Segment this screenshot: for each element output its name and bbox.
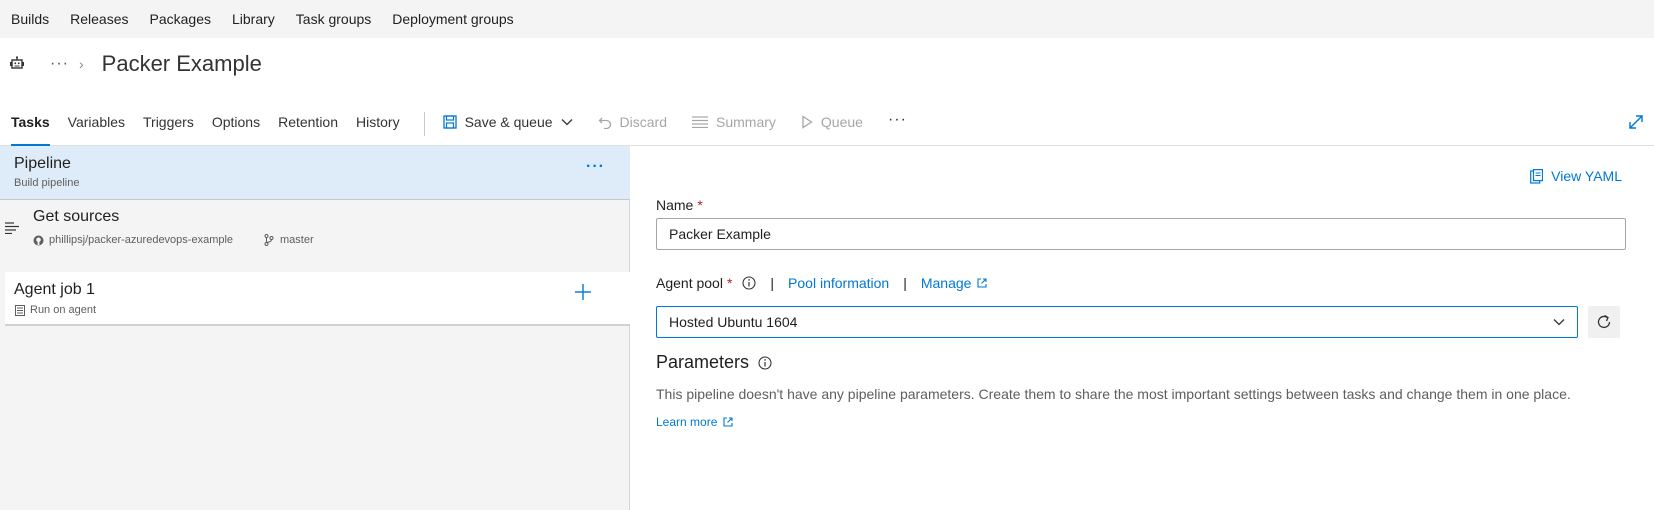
top-nav: Builds Releases Packages Library Task gr… bbox=[0, 0, 1654, 38]
agent-job-item[interactable]: Agent job 1 Run on agent bbox=[5, 272, 630, 326]
pipeline-settings-panel: View YAML Name * Agent pool * | Pool inf… bbox=[631, 146, 1654, 510]
get-sources-item[interactable]: Get sources phillipsj/packer-azuredevops… bbox=[0, 200, 630, 260]
tab-retention[interactable]: Retention bbox=[278, 104, 338, 145]
pipeline-item[interactable]: Pipeline Build pipeline ··· bbox=[0, 146, 630, 200]
separator: | bbox=[903, 275, 907, 291]
sources-list-icon bbox=[5, 221, 19, 239]
separator: | bbox=[770, 275, 775, 291]
external-link-icon bbox=[977, 278, 988, 288]
save-icon bbox=[442, 115, 457, 129]
add-task-button[interactable] bbox=[575, 284, 591, 305]
pool-required-mark: * bbox=[726, 275, 733, 291]
play-icon bbox=[802, 115, 813, 129]
tab-tasks[interactable]: Tasks bbox=[11, 104, 50, 146]
nav-deployment-groups[interactable]: Deployment groups bbox=[392, 11, 513, 27]
nav-builds[interactable]: Builds bbox=[11, 11, 49, 27]
pipeline-tree-panel: Pipeline Build pipeline ··· Get sources … bbox=[0, 146, 630, 510]
toolbar-divider bbox=[423, 112, 425, 136]
discard-button[interactable]: Discard bbox=[598, 104, 667, 130]
parameters-description: This pipeline doesn't have any pipeline … bbox=[656, 386, 1571, 402]
summary-label: Summary bbox=[716, 114, 776, 130]
plus-icon bbox=[575, 284, 591, 300]
agent-pool-label: Agent pool bbox=[656, 275, 723, 291]
agent-job-title: Agent job 1 bbox=[14, 281, 95, 298]
build-robot-icon bbox=[10, 56, 26, 72]
page-title: Packer Example bbox=[101, 51, 262, 76]
view-yaml-label: View YAML bbox=[1551, 168, 1622, 184]
branch-icon bbox=[264, 234, 274, 246]
pipeline-subtitle: Build pipeline bbox=[14, 177, 80, 189]
agent-pool-value: Hosted Ubuntu 1604 bbox=[669, 314, 798, 330]
pool-information-link[interactable]: Pool information bbox=[788, 275, 889, 291]
pipeline-title: Pipeline bbox=[14, 155, 71, 172]
manage-link[interactable]: Manage bbox=[921, 275, 988, 291]
external-link-icon bbox=[723, 417, 733, 427]
name-required-mark: * bbox=[697, 197, 703, 213]
clipboard-icon bbox=[1530, 168, 1544, 184]
save-queue-label: Save & queue bbox=[464, 114, 553, 130]
chevron-down-icon bbox=[561, 119, 573, 126]
save-queue-button[interactable]: Save & queue bbox=[442, 104, 573, 130]
chevron-right-icon: › bbox=[78, 56, 84, 72]
refresh-icon bbox=[1597, 314, 1611, 329]
branch-info: master bbox=[264, 234, 314, 246]
discard-label: Discard bbox=[619, 114, 668, 130]
repo-info: phillipsj/packer-azuredevops-example bbox=[33, 234, 233, 246]
summary-list-icon bbox=[692, 116, 709, 128]
queue-button[interactable]: Queue bbox=[801, 104, 863, 130]
tab-options[interactable]: Options bbox=[212, 104, 260, 145]
learn-more-label: Learn more bbox=[656, 415, 718, 429]
page-header: ··· › Packer Example bbox=[0, 38, 1654, 90]
pipeline-more-button[interactable]: ··· bbox=[586, 158, 605, 176]
breadcrumb-more-button[interactable]: ··· bbox=[50, 55, 69, 73]
tab-triggers[interactable]: Triggers bbox=[143, 104, 194, 145]
agent-job-subtitle: Run on agent bbox=[30, 304, 97, 316]
manage-link-label: Manage bbox=[920, 275, 972, 291]
name-input[interactable] bbox=[656, 218, 1626, 250]
repo-name: phillipsj/packer-azuredevops-example bbox=[49, 234, 234, 246]
undo-icon bbox=[598, 117, 611, 129]
github-icon bbox=[33, 235, 44, 245]
name-label: Name * bbox=[656, 197, 703, 213]
toolbar: Tasks Variables Triggers Options Retenti… bbox=[0, 104, 1654, 146]
get-sources-title: Get sources bbox=[33, 208, 120, 225]
parameters-heading: Parameters bbox=[656, 352, 772, 373]
branch-name: master bbox=[280, 234, 314, 246]
learn-more-link[interactable]: Learn more bbox=[656, 415, 733, 429]
view-yaml-button[interactable]: View YAML bbox=[1530, 168, 1622, 184]
tab-variables[interactable]: Variables bbox=[68, 104, 125, 145]
agent-pool-select[interactable]: Hosted Ubuntu 1604 bbox=[656, 306, 1578, 338]
agent-job-subtitle-row: Run on agent bbox=[15, 304, 96, 316]
summary-button[interactable]: Summary bbox=[692, 104, 776, 130]
toolbar-more-button[interactable]: ··· bbox=[888, 104, 907, 129]
nav-library[interactable]: Library bbox=[232, 11, 275, 27]
info-icon[interactable] bbox=[758, 355, 772, 370]
chevron-down-icon bbox=[1553, 319, 1565, 326]
expand-icon[interactable] bbox=[1628, 114, 1644, 135]
parameters-title: Parameters bbox=[656, 352, 750, 372]
nav-task-groups[interactable]: Task groups bbox=[296, 11, 371, 27]
tab-history[interactable]: History bbox=[356, 104, 400, 145]
refresh-pool-button[interactable] bbox=[1588, 306, 1620, 338]
nav-releases[interactable]: Releases bbox=[70, 11, 128, 27]
info-icon[interactable] bbox=[742, 276, 756, 290]
nav-packages[interactable]: Packages bbox=[150, 11, 211, 27]
agent-pool-label-row: Agent pool * | Pool information | Manage bbox=[656, 275, 988, 291]
queue-label: Queue bbox=[820, 114, 863, 130]
name-label-text: Name bbox=[656, 197, 694, 213]
server-icon bbox=[15, 304, 25, 316]
